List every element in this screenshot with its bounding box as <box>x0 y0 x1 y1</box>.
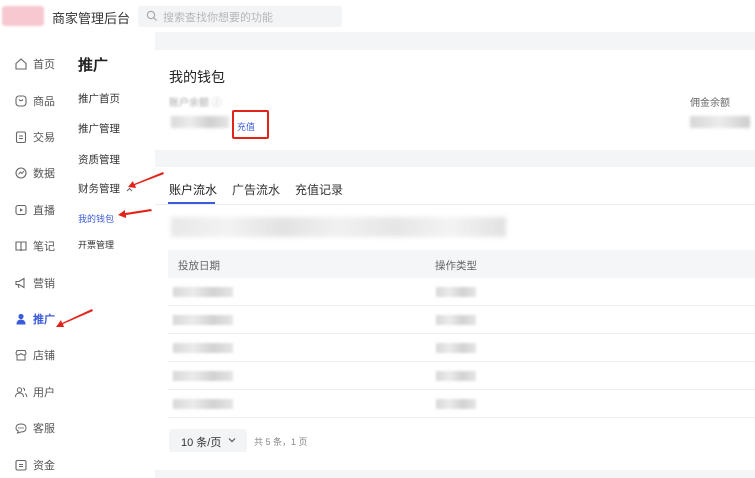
balance-label: 账户余额 ⓘ <box>169 98 222 109</box>
nav-item-promotion[interactable]: 推广 <box>14 309 55 329</box>
recharge-link[interactable]: 充值 <box>237 120 255 133</box>
cell-type-redacted <box>436 371 476 381</box>
active-tab-indicator <box>168 202 215 204</box>
nav-item-funds[interactable]: 资金 <box>14 455 55 475</box>
table-row <box>168 306 755 334</box>
note-icon <box>15 241 27 252</box>
table-row <box>168 390 755 418</box>
commission-value-redacted <box>690 116 750 128</box>
primary-nav: 首页 商品 交易 数据 直播 笔记 营销 推广 店铺 用户 客服 资金 <box>0 32 70 478</box>
trade-icon <box>15 131 27 144</box>
promotion-icon <box>16 313 26 325</box>
marketing-icon <box>15 277 25 289</box>
nav-item-data[interactable]: 数据 <box>14 163 55 183</box>
secondary-nav: 推广 推广首页 推广管理 资质管理 财务管理 我的钱包 开票管理 <box>70 32 155 478</box>
cell-type-redacted <box>436 343 476 353</box>
section-title: 推广 <box>78 57 109 74</box>
search-icon <box>146 10 158 22</box>
cell-type-redacted <box>436 399 476 409</box>
tab-ad-flow[interactable]: 广告流水 <box>232 181 280 198</box>
summary-redacted <box>171 217 506 237</box>
service-icon <box>15 423 27 434</box>
nav-item-label: 笔记 <box>33 241 55 253</box>
wallet-title: 我的钱包 <box>169 69 225 85</box>
wallet-card: 我的钱包 账户余额 ⓘ 充值 佣金余额 <box>155 50 755 150</box>
nav-item-label: 数据 <box>33 168 55 180</box>
nav-item-product[interactable]: 商品 <box>14 91 55 111</box>
search-input[interactable]: 搜索查找你想要的功能 <box>163 9 273 25</box>
cell-date-redacted <box>173 315 233 325</box>
product-icon <box>15 95 27 107</box>
commission-label: 佣金余额 <box>690 98 730 109</box>
funds-icon <box>15 459 27 471</box>
table-row <box>168 278 755 306</box>
records-tabs: 账户流水 广告流水 充值记录 <box>155 167 755 205</box>
column-header-type: 操作类型 <box>435 260 477 272</box>
subnav-qualification[interactable]: 资质管理 <box>78 152 120 167</box>
users-icon <box>15 387 28 398</box>
data-icon <box>15 167 27 179</box>
nav-item-trade[interactable]: 交易 <box>14 127 55 147</box>
subnav-finance-label: 财务管理 <box>78 183 120 195</box>
nav-item-label: 商品 <box>33 96 55 108</box>
nav-item-users[interactable]: 用户 <box>14 382 55 402</box>
subnav-my-wallet[interactable]: 我的钱包 <box>78 212 114 225</box>
column-header-date: 投放日期 <box>178 260 220 272</box>
nav-item-label: 首页 <box>33 59 55 71</box>
subnav-promotion-manage[interactable]: 推广管理 <box>78 121 120 136</box>
nav-item-home[interactable]: 首页 <box>14 54 55 74</box>
logo[interactable] <box>2 6 44 26</box>
app-title: 商家管理后台 <box>52 11 131 26</box>
nav-item-marketing[interactable]: 营销 <box>14 273 55 293</box>
tab-recharge-records[interactable]: 充值记录 <box>295 181 343 198</box>
nav-item-label: 交易 <box>33 132 55 144</box>
home-icon <box>15 58 27 70</box>
nav-item-store[interactable]: 店铺 <box>14 345 55 365</box>
subnav-finance[interactable]: 财务管理 <box>78 181 133 196</box>
records-card: 账户流水 广告流水 充值记录 投放日期 操作类型 10 条/页 共 5 条，1 … <box>155 167 755 470</box>
top-bar: 商家管理后台 搜索查找你想要的功能 <box>0 0 755 32</box>
nav-item-note[interactable]: 笔记 <box>14 236 55 256</box>
nav-item-live[interactable]: 直播 <box>14 200 55 220</box>
nav-item-label: 客服 <box>33 423 55 435</box>
search-box[interactable]: 搜索查找你想要的功能 <box>138 6 342 27</box>
subnav-invoice[interactable]: 开票管理 <box>78 238 114 251</box>
balance-value-redacted <box>171 116 229 128</box>
page-size-select[interactable]: 10 条/页 <box>169 429 247 452</box>
table-row <box>168 334 755 362</box>
nav-item-label: 资金 <box>33 460 55 472</box>
nav-item-label: 直播 <box>33 205 55 217</box>
cell-date-redacted <box>173 399 233 409</box>
cell-date-redacted <box>173 371 233 381</box>
pager-total: 共 5 条，1 页 <box>254 437 308 447</box>
cell-date-redacted <box>173 287 233 297</box>
nav-item-label: 营销 <box>33 278 55 290</box>
page-size-value: 10 条/页 <box>181 437 222 449</box>
nav-item-service[interactable]: 客服 <box>14 418 55 438</box>
live-icon <box>15 204 27 216</box>
store-icon <box>15 350 27 361</box>
table-header: 投放日期 操作类型 <box>168 250 755 278</box>
subnav-promotion-home[interactable]: 推广首页 <box>78 91 120 106</box>
nav-item-label: 用户 <box>33 387 55 399</box>
nav-item-label: 店铺 <box>33 350 55 362</box>
cell-type-redacted <box>436 315 476 325</box>
chevron-down-icon <box>228 438 236 443</box>
cell-date-redacted <box>173 343 233 353</box>
table-row <box>168 362 755 390</box>
cell-type-redacted <box>436 287 476 297</box>
tab-account-flow[interactable]: 账户流水 <box>169 181 217 198</box>
nav-item-label: 推广 <box>33 314 55 326</box>
chevron-up-icon <box>126 187 133 192</box>
